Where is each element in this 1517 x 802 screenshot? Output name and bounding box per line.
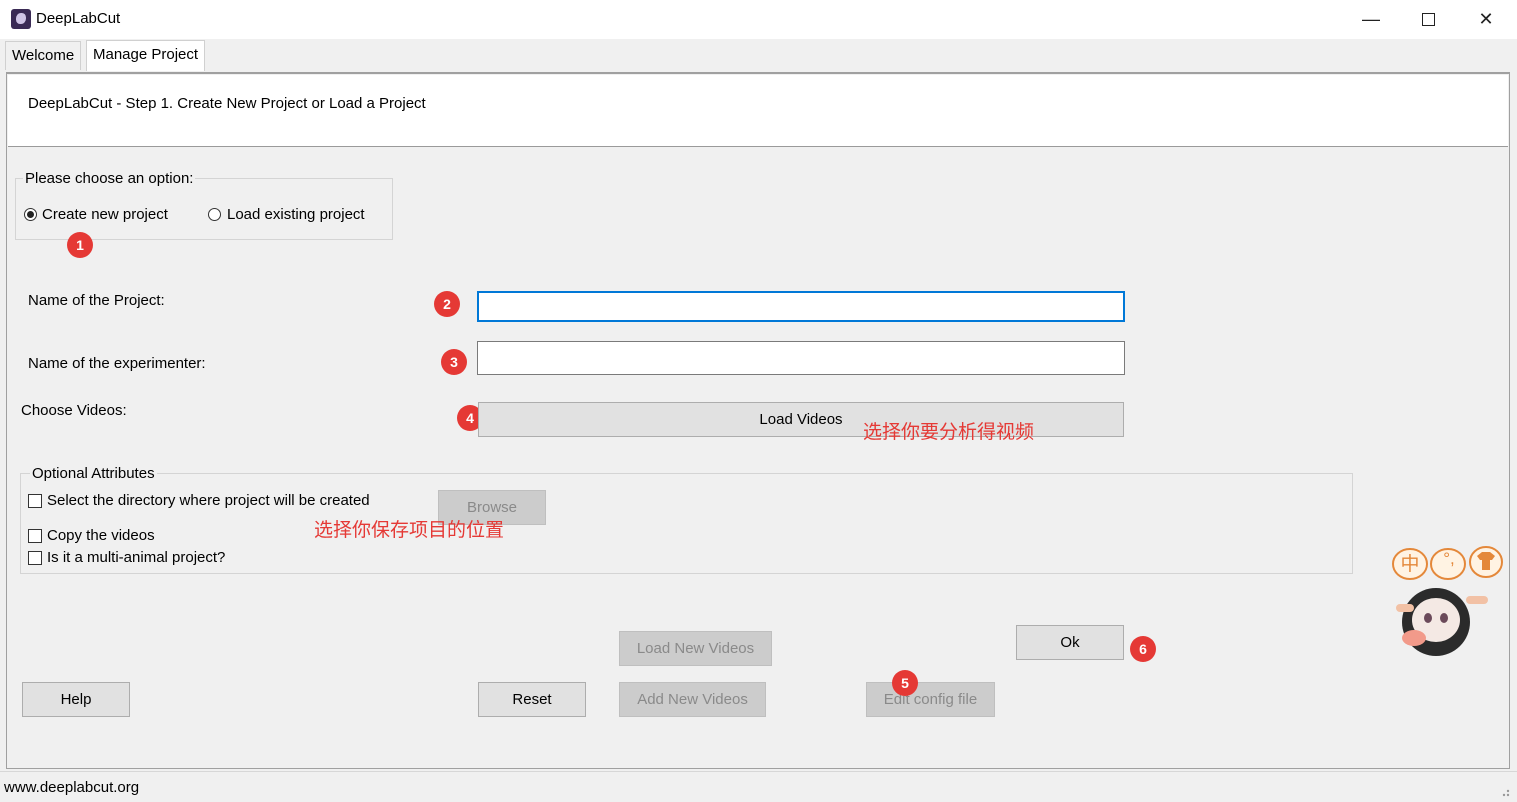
- tab-manage-project[interactable]: Manage Project: [86, 40, 206, 71]
- create-new-project-label[interactable]: Create new project: [42, 206, 168, 223]
- close-icon: ✕: [1478, 9, 1494, 29]
- experimenter-label: Name of the experimenter:: [28, 355, 206, 372]
- maximize-button[interactable]: [1399, 0, 1457, 39]
- copy-videos-checkbox[interactable]: [28, 529, 42, 543]
- browse-annotation: 选择你保存项目的位置: [314, 520, 505, 541]
- minimize-icon: —: [1362, 9, 1380, 29]
- load-existing-project-label[interactable]: Load existing project: [227, 206, 365, 223]
- ok-button[interactable]: Ok: [1016, 625, 1124, 660]
- step-marker-1: 1: [67, 232, 93, 258]
- choose-videos-label: Choose Videos:: [21, 402, 127, 419]
- project-name-input[interactable]: [477, 291, 1125, 322]
- step-marker-6: 6: [1130, 636, 1156, 662]
- status-bar: [0, 771, 1517, 802]
- create-new-project-radio[interactable]: [24, 208, 37, 221]
- window-title: DeepLabCut: [36, 10, 121, 27]
- edit-config-button[interactable]: Edit config file: [866, 682, 995, 717]
- title-bar: [0, 0, 1517, 39]
- step-marker-3: 3: [441, 349, 467, 375]
- reset-button[interactable]: Reset: [478, 682, 586, 717]
- tab-welcome[interactable]: Welcome: [5, 41, 82, 70]
- minimize-button[interactable]: —: [1342, 0, 1400, 39]
- load-videos-annotation: 选择你要分析得视频: [863, 422, 1035, 443]
- help-button[interactable]: Help: [22, 682, 130, 717]
- maximize-icon: [1421, 13, 1435, 26]
- ime-punctuation-mode[interactable]: °,: [1437, 549, 1461, 569]
- optional-attributes-label: Optional Attributes: [30, 465, 157, 482]
- experimenter-input[interactable]: [477, 341, 1125, 375]
- page-title: DeepLabCut - Step 1. Create New Project …: [28, 95, 426, 112]
- copy-videos-label[interactable]: Copy the videos: [47, 527, 155, 544]
- load-new-videos-button[interactable]: Load New Videos: [619, 631, 772, 666]
- select-directory-label[interactable]: Select the directory where project will …: [47, 492, 370, 509]
- status-text: www.deeplabcut.org: [4, 779, 140, 796]
- ime-chinese-mode[interactable]: 中: [1400, 549, 1420, 576]
- load-existing-project-radio[interactable]: [208, 208, 221, 221]
- option-group-label: Please choose an option:: [23, 170, 196, 187]
- add-new-videos-button[interactable]: Add New Videos: [619, 682, 766, 717]
- project-name-label: Name of the Project:: [28, 292, 165, 309]
- step-marker-5: 5: [892, 670, 918, 696]
- multi-animal-label[interactable]: Is it a multi-animal project?: [47, 549, 225, 566]
- close-button[interactable]: ✕: [1457, 0, 1515, 39]
- select-directory-checkbox[interactable]: [28, 494, 42, 508]
- step-marker-2: 2: [434, 291, 460, 317]
- app-icon: [11, 9, 31, 29]
- resize-grip-icon[interactable]: [1497, 784, 1511, 798]
- multi-animal-checkbox[interactable]: [28, 551, 42, 565]
